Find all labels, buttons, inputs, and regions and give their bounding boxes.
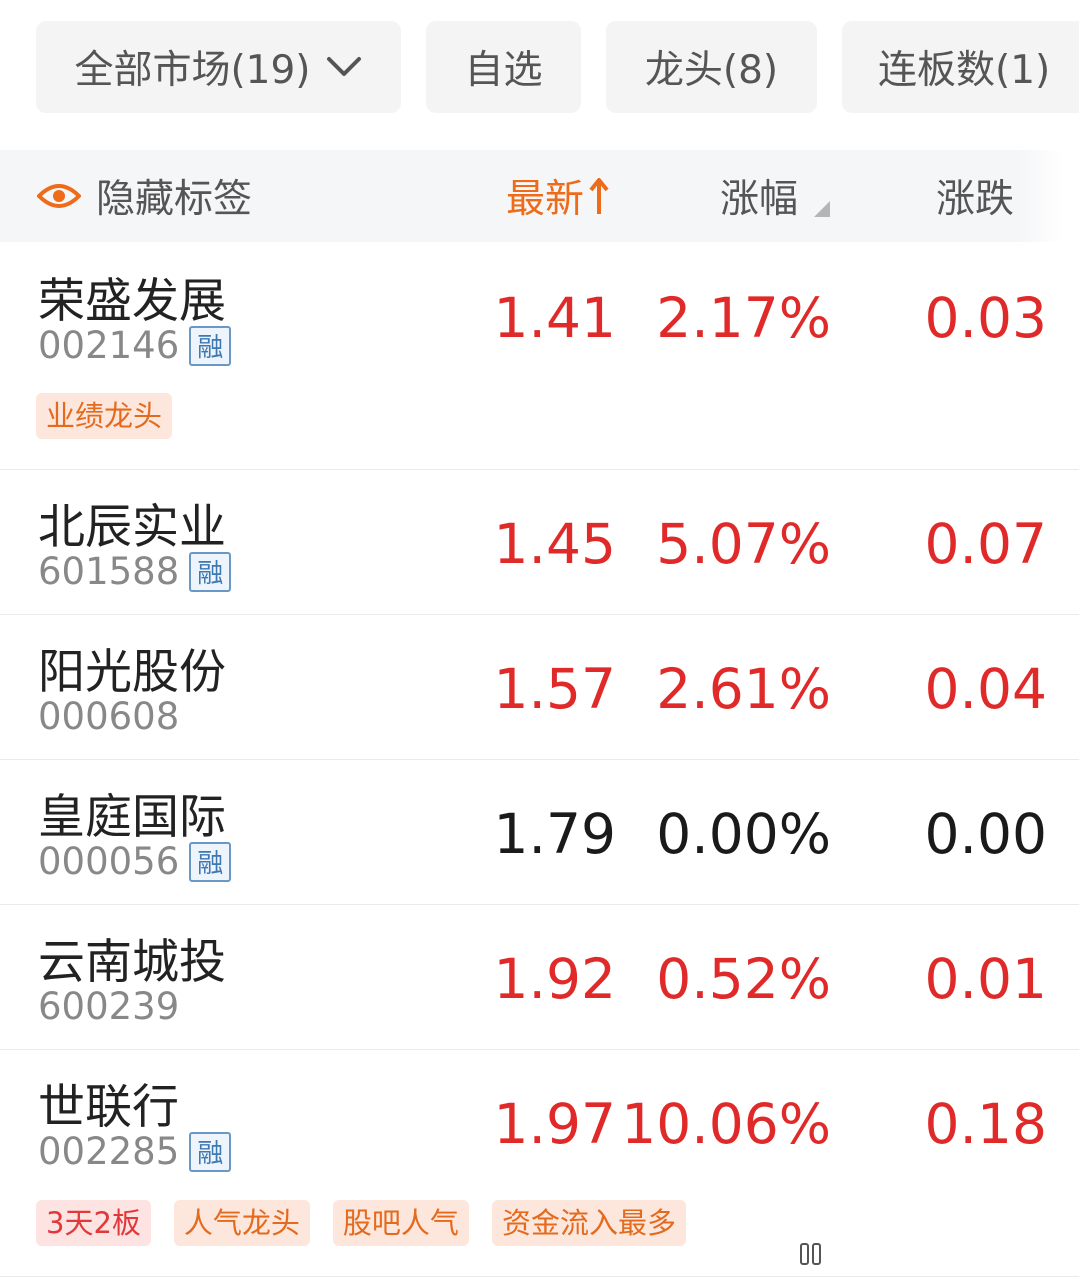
latest-price: 1.57 bbox=[493, 657, 616, 721]
stock-code-line: 600239 bbox=[38, 985, 179, 1028]
stock-code: 601588 bbox=[38, 550, 180, 593]
chevron-down-icon bbox=[326, 57, 361, 76]
margin-trading-badge: 融 bbox=[189, 551, 232, 592]
latest-header-label: 最新 bbox=[506, 177, 585, 222]
bottom-divider bbox=[0, 1276, 1079, 1277]
stock-name: 北辰实业 bbox=[38, 500, 226, 555]
margin-trading-badge: 融 bbox=[189, 1131, 232, 1172]
filter-leaders[interactable]: 龙头(8) bbox=[606, 21, 817, 113]
change-percent: 2.17% bbox=[656, 286, 831, 350]
eye-icon bbox=[37, 184, 81, 208]
latest-price: 1.45 bbox=[493, 512, 616, 576]
scroll-indicator-icon[interactable] bbox=[800, 1242, 822, 1266]
change-percent: 10.06% bbox=[621, 1092, 831, 1156]
margin-trading-badge: 融 bbox=[189, 325, 232, 366]
stock-code-line: 601588 融 bbox=[38, 550, 232, 593]
filter-all-market-label: 全部市场(19) bbox=[74, 48, 311, 93]
change-percent: 5.07% bbox=[656, 512, 831, 576]
latest-price: 1.41 bbox=[493, 286, 616, 350]
table-row[interactable]: 云南城投 600239 1.92 0.52% 0.01 bbox=[0, 905, 1079, 1050]
stock-code-line: 002285 融 bbox=[38, 1130, 232, 1173]
filter-all-market[interactable]: 全部市场(19) bbox=[36, 21, 401, 113]
header-fade bbox=[1019, 150, 1079, 242]
filter-bar: 全部市场(19) 自选 龙头(8) 连板数(1) bbox=[0, 0, 1079, 140]
stock-name: 皇庭国际 bbox=[38, 790, 226, 845]
hide-tags-label: 隐藏标签 bbox=[96, 177, 253, 222]
stock-tag[interactable]: 股吧人气 bbox=[332, 1200, 469, 1246]
stock-code: 000608 bbox=[38, 695, 180, 738]
filter-watchlist[interactable]: 自选 bbox=[426, 21, 581, 113]
change-value: 0.04 bbox=[924, 657, 1047, 721]
stock-tag[interactable]: 人气龙头 bbox=[173, 1200, 310, 1246]
table-header: 隐藏标签 最新 涨幅 涨跌 bbox=[0, 150, 1079, 242]
change-percent: 0.00% bbox=[656, 802, 831, 866]
latest-price: 1.92 bbox=[493, 947, 616, 1011]
sort-latest-header[interactable]: 最新 bbox=[506, 150, 610, 242]
stock-code-line: 000056 融 bbox=[38, 840, 232, 883]
margin-trading-badge: 融 bbox=[189, 841, 232, 882]
filter-consecutive-boards[interactable]: 连板数(1) bbox=[842, 21, 1079, 113]
filter-consecutive-label: 连板数(1) bbox=[878, 48, 1051, 93]
stock-code: 600239 bbox=[38, 985, 180, 1028]
change-value: 0.00 bbox=[924, 802, 1047, 866]
table-row[interactable]: 阳光股份 000608 1.57 2.61% 0.04 bbox=[0, 615, 1079, 760]
sort-triangle-icon bbox=[814, 201, 831, 217]
latest-price: 1.97 bbox=[493, 1092, 616, 1156]
stock-code: 000056 bbox=[38, 840, 180, 883]
change-value: 0.03 bbox=[924, 286, 1047, 350]
change-value: 0.07 bbox=[924, 512, 1047, 576]
stock-tags: 3天2板 人气龙头 股吧人气 资金流入最多 bbox=[36, 1200, 709, 1246]
stock-tag[interactable]: 资金流入最多 bbox=[491, 1200, 686, 1246]
stock-tag[interactable]: 业绩龙头 bbox=[36, 393, 173, 439]
stock-code-line: 000608 bbox=[38, 695, 179, 738]
change-percent: 0.52% bbox=[656, 947, 831, 1011]
latest-price: 1.79 bbox=[493, 802, 616, 866]
filter-watchlist-label: 自选 bbox=[464, 48, 543, 93]
table-row[interactable]: 皇庭国际 000056 融 1.79 0.00% 0.00 bbox=[0, 760, 1079, 905]
table-row[interactable]: 世联行 002285 融 1.97 10.06% 0.18 3天2板 人气龙头 … bbox=[0, 1050, 1079, 1276]
sort-change-pct-header[interactable]: 涨幅 bbox=[720, 150, 831, 242]
change-percent: 2.61% bbox=[656, 657, 831, 721]
stock-name: 世联行 bbox=[38, 1080, 179, 1135]
stock-tags: 业绩龙头 bbox=[36, 393, 195, 439]
change-header-label: 涨跌 bbox=[936, 177, 1015, 222]
table-row[interactable]: 荣盛发展 002146 融 1.41 2.17% 0.03 业绩龙头 bbox=[0, 242, 1079, 470]
table-row[interactable]: 北辰实业 601588 融 1.45 5.07% 0.07 bbox=[0, 470, 1079, 615]
stock-name: 阳光股份 bbox=[38, 645, 226, 700]
stock-code: 002285 bbox=[38, 1130, 180, 1173]
sort-ascending-icon bbox=[589, 178, 609, 214]
change-pct-header-label: 涨幅 bbox=[720, 177, 799, 222]
stock-code-line: 002146 融 bbox=[38, 324, 232, 367]
filter-leaders-label: 龙头(8) bbox=[644, 48, 779, 93]
stock-tag[interactable]: 3天2板 bbox=[36, 1200, 151, 1246]
sort-change-header[interactable]: 涨跌 bbox=[936, 150, 1014, 242]
hide-tags-toggle[interactable]: 隐藏标签 bbox=[36, 150, 252, 242]
stock-name: 荣盛发展 bbox=[38, 274, 226, 329]
change-value: 0.18 bbox=[924, 1092, 1047, 1156]
stock-name: 云南城投 bbox=[38, 935, 226, 990]
change-value: 0.01 bbox=[924, 947, 1047, 1011]
stock-code: 002146 bbox=[38, 324, 180, 367]
